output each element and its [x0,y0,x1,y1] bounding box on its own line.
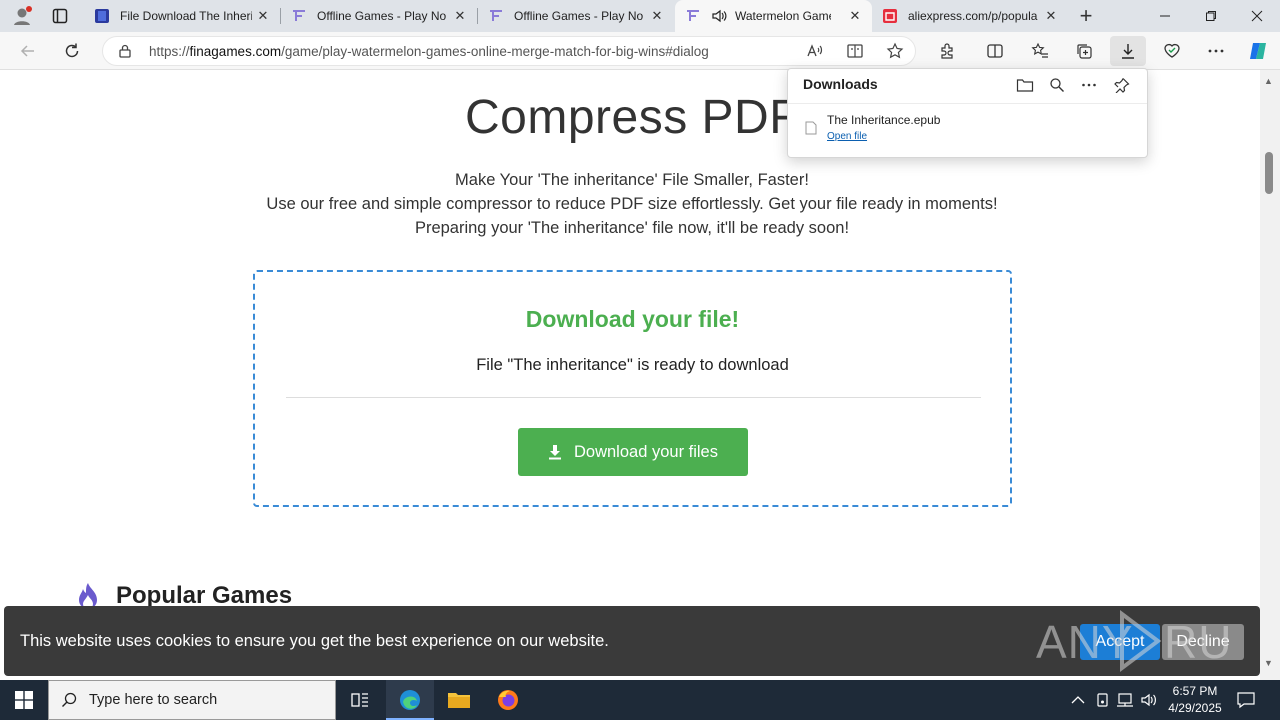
extensions-icon[interactable] [935,39,959,63]
url-path: /game/play-watermelon-games-online-merge… [281,44,709,59]
close-tab-icon[interactable]: ✕ [256,9,270,23]
clock-date: 4/29/2025 [1168,701,1222,715]
tab-title: Offline Games - Play No [317,9,447,23]
copilot-icon[interactable] [1246,39,1270,63]
notifications-icon[interactable] [1236,680,1256,720]
new-tab-icon[interactable]: + [1074,3,1098,28]
clock-time: 6:57 PM [1172,684,1218,698]
windows-taskbar: Type here to search 6:57 PM 4/29/2025 [0,680,1280,720]
search-icon [61,692,77,708]
downloads-panel-title: Downloads [803,76,878,92]
accept-cookies-button[interactable]: Accept [1080,624,1160,660]
browser-essentials-icon[interactable] [1160,39,1184,63]
taskbar-search-box[interactable]: Type here to search [48,680,336,720]
lock-icon[interactable] [113,39,137,63]
windows-start-icon[interactable] [0,680,48,720]
blue-book-icon [94,8,110,24]
downloads-panel: Downloads The Inheritance.epub Open file [787,68,1148,158]
edge-taskbar-icon[interactable] [386,680,434,720]
url-host: finagames.com [189,44,282,59]
divider [788,103,1147,104]
collections-icon[interactable] [1072,39,1096,63]
close-tab-icon[interactable]: ✕ [650,9,664,23]
search-placeholder: Type here to search [89,692,218,708]
scroll-down-icon[interactable]: ▼ [1264,658,1273,668]
aliexpress-icon [882,8,898,24]
divider [286,397,981,398]
volume-icon[interactable] [1140,680,1160,720]
decline-cookies-button[interactable]: Decline [1162,624,1244,660]
fina-logo-icon [488,8,504,24]
tab-title: aliexpress.com/p/popula [908,9,1038,23]
close-tab-icon[interactable]: ✕ [848,9,862,23]
profile-avatar[interactable] [10,4,34,28]
search-downloads-icon[interactable] [1047,75,1067,95]
url-scheme: https:// [149,44,190,59]
download-files-label: Download your files [574,442,718,461]
open-file-link[interactable]: Open file [827,131,867,142]
tray-chevron-icon[interactable] [1068,680,1088,720]
downloads-icon[interactable] [1110,36,1146,66]
download-arrow-icon [548,444,562,460]
read-aloud-icon[interactable] [803,39,827,63]
task-view-icon[interactable] [336,680,384,720]
system-clock[interactable]: 6:57 PM 4/29/2025 [1160,683,1230,717]
favorites-icon[interactable] [1028,39,1052,63]
tab-offline-games-2[interactable]: Offline Games - Play No ✕ [478,0,674,32]
page-description-line-3: Preparing your 'The inheritance' file no… [414,219,850,237]
fina-logo-icon [685,8,701,24]
cookie-message: This website uses cookies to ensure you … [20,632,609,650]
file-explorer-icon[interactable] [435,680,483,720]
firefox-icon[interactable] [484,680,532,720]
restore-icon[interactable] [1188,0,1234,32]
download-box-title: Download your file! [525,306,740,332]
url-text: https://finagames.com/game/play-watermel… [149,44,709,59]
back-icon[interactable] [16,39,40,63]
open-folder-icon[interactable] [1015,75,1035,95]
tab-strip: File Download The Inherit ✕ Offline Game… [0,0,1280,32]
download-box-subtitle: File "The inheritance" is ready to downl… [476,356,789,374]
browser-toolbar: https://finagames.com/game/play-watermel… [0,32,1280,70]
speaker-icon[interactable] [711,8,727,24]
refresh-icon[interactable] [60,39,84,63]
scroll-up-icon[interactable]: ▲ [1264,76,1273,86]
device-icon[interactable] [1094,680,1112,720]
address-bar[interactable]: https://finagames.com/game/play-watermel… [102,36,916,66]
fina-logo-icon [291,8,307,24]
close-tab-icon[interactable]: ✕ [453,9,467,23]
network-icon[interactable] [1116,680,1136,720]
web-page: Compress PDF Make Your 'The inheritance'… [4,70,1260,680]
tab-aliexpress[interactable]: aliexpress.com/p/popula ✕ [872,0,1068,32]
minimize-icon[interactable] [1142,0,1188,32]
tab-watermelon-game[interactable]: Watermelon Game - ✕ [675,0,872,32]
download-box: Download your file! File "The inheritanc… [253,270,1012,507]
download-files-button[interactable]: Download your files [518,428,748,476]
close-tab-icon[interactable]: ✕ [1044,9,1058,23]
tab-file-download[interactable]: File Download The Inherit ✕ [84,0,280,32]
pin-icon[interactable] [1112,75,1132,95]
page-description-line-1: Make Your 'The inheritance' File Smaller… [455,171,809,189]
immersive-reader-icon[interactable] [843,39,867,63]
tab-actions-icon[interactable] [48,4,72,28]
download-item-name: The Inheritance.epub [827,113,941,127]
tab-title: Watermelon Game - [735,9,831,23]
scrollbar-thumb[interactable] [1265,152,1273,194]
more-options-icon[interactable] [1204,39,1228,63]
tab-offline-games-1[interactable]: Offline Games - Play No ✕ [281,0,477,32]
file-icon [805,121,817,140]
split-screen-icon[interactable] [983,39,1007,63]
downloads-more-icon[interactable] [1079,75,1099,95]
vertical-scrollbar[interactable]: ▲ ▼ [1260,70,1280,680]
tab-title: Offline Games - Play No [514,9,644,23]
tab-title: File Download The Inherit [120,9,252,23]
cookie-banner: This website uses cookies to ensure you … [4,606,1260,676]
page-description-line-2: Use our free and simple compressor to re… [266,195,998,213]
favorite-star-icon[interactable] [883,39,907,63]
close-window-icon[interactable] [1234,0,1280,32]
